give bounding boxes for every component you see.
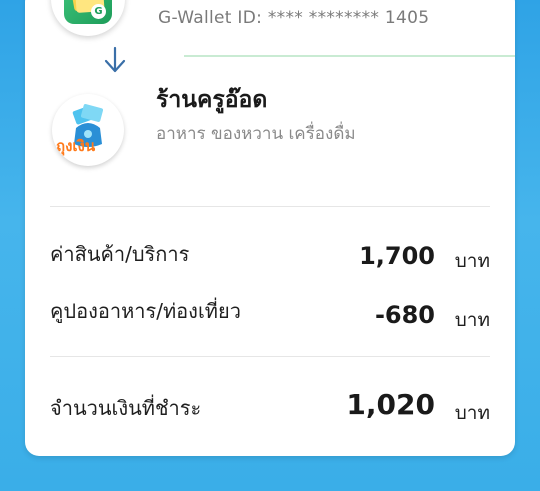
divider	[50, 206, 490, 207]
coupon-unit: บาท	[454, 309, 490, 331]
total-amount: 1,020	[346, 388, 435, 421]
g-badge: G	[91, 4, 106, 19]
merchant-logo: ถุงเงิน	[52, 94, 124, 166]
logo-text: ถุงเงิน	[56, 137, 96, 155]
subtotal-label: ค่าสินค้า/บริการ	[50, 242, 190, 266]
payment-summary-card: G G-Wallet ID: **** ******** 1405 ถุงเงิ…	[25, 0, 515, 456]
progress-line	[184, 55, 515, 57]
merchant-category: อาหาร ของหวาน เครื่องดื่ม	[156, 124, 356, 144]
merchant-name: ร้านครูอ๊อด	[156, 87, 268, 113]
coupon-label: คูปองอาหาร/ท่องเที่ยว	[50, 299, 241, 323]
divider	[50, 356, 490, 357]
total-label: จำนวนเงินที่ชำระ	[50, 396, 202, 420]
g-wallet-icon: G	[64, 0, 112, 24]
wallet-id-text: G-Wallet ID: **** ******** 1405	[158, 8, 430, 28]
coupon-amount: -680	[374, 301, 435, 329]
wallet-avatar: G	[51, 0, 125, 36]
subtotal-unit: บาท	[454, 250, 490, 272]
arrow-down-icon	[104, 46, 126, 73]
subtotal-amount: 1,700	[359, 242, 435, 270]
total-unit: บาท	[454, 402, 490, 424]
